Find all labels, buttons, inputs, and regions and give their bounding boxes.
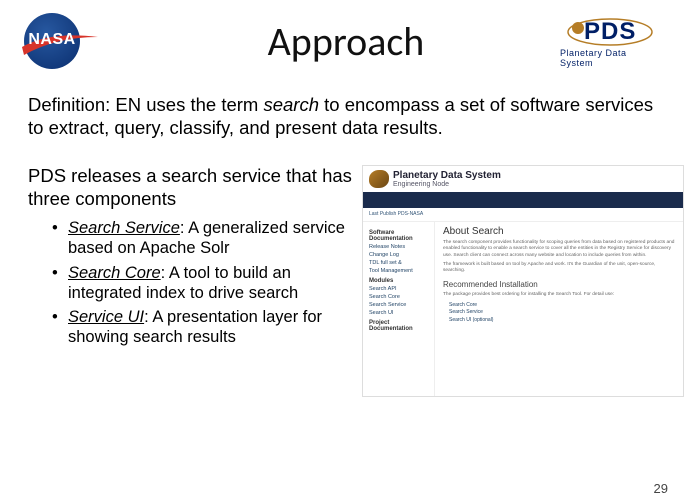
thumb-sidebar-item: Search Service [369, 302, 428, 308]
page-number: 29 [654, 481, 668, 496]
thumb-site-sub: Engineering Node [393, 181, 501, 188]
bullet-title: Search Core [68, 264, 161, 282]
thumb-main-p: The framework is built based on tool by … [443, 262, 675, 274]
thumb-pds-icon [369, 170, 389, 188]
thumb-sidebar: Software Documentation Release Notes Cha… [363, 222, 435, 396]
thumb-sidebar-item: Search UI [369, 310, 428, 316]
slide-header: NASA Approach PDS Planetary Data System [0, 0, 684, 78]
component-list: Search Service: A generalized service ba… [28, 218, 354, 347]
thumb-sidebar-item: Release Notes [369, 244, 428, 250]
thumb-sidebar-heading: Modules [369, 278, 428, 284]
left-column: PDS releases a search service that has t… [28, 165, 354, 397]
thumb-site-title: Planetary Data System [393, 171, 501, 181]
thumb-header: Planetary Data System Engineering Node [363, 166, 683, 192]
thumb-sidebar-heading: Project Documentation [369, 320, 428, 332]
definition-text: Definition: EN uses the term search to e… [28, 94, 656, 139]
pds-logo-text: PDS [584, 18, 636, 46]
list-item: Search Service: A generalized service ba… [52, 218, 354, 258]
pds-logo: PDS Planetary Data System [560, 14, 660, 68]
thumb-main-h1: About Search [443, 226, 675, 237]
thumb-main-li: Search Core [449, 302, 675, 308]
website-thumbnail: Planetary Data System Engineering Node L… [362, 165, 684, 397]
definition-prefix: Definition: EN uses the term [28, 94, 263, 115]
intro-text: PDS releases a search service that has t… [28, 165, 354, 210]
thumb-main-li: Search UI (optional) [449, 317, 675, 323]
thumb-main-h2: Recommended Installation [443, 280, 675, 289]
thumb-navbar [363, 192, 683, 208]
pds-logo-subtitle: Planetary Data System [560, 48, 660, 68]
bullet-title: Search Service [68, 219, 180, 237]
thumb-breadcrumb: Last Publish PDS-NASA [363, 208, 683, 222]
thumb-sidebar-item: TDL full set & [369, 260, 428, 266]
bullet-title: Service UI [68, 308, 144, 326]
right-column: Planetary Data System Engineering Node L… [362, 165, 684, 397]
list-item: Service UI: A presentation layer for sho… [52, 307, 354, 347]
thumb-main-p: The package provides best ordering for i… [443, 292, 675, 298]
nasa-logo-text: NASA [28, 31, 75, 49]
nasa-logo: NASA [24, 13, 92, 69]
thumb-sidebar-item: Search API [369, 286, 428, 292]
definition-term: search [263, 94, 319, 115]
thumb-sidebar-item: Change Log [369, 252, 428, 258]
thumb-main-p: The search component provides functional… [443, 240, 675, 259]
thumb-sidebar-item: Search Core [369, 294, 428, 300]
slide-title: Approach [92, 17, 560, 66]
definition-block: Definition: EN uses the term search to e… [0, 78, 684, 165]
thumb-main: About Search The search component provid… [435, 222, 683, 396]
list-item: Search Core: A tool to build an integrat… [52, 263, 354, 303]
thumb-sidebar-heading: Software Documentation [369, 230, 428, 242]
thumb-sidebar-item: Tool Management [369, 268, 428, 274]
thumb-main-li: Search Service [449, 309, 675, 315]
